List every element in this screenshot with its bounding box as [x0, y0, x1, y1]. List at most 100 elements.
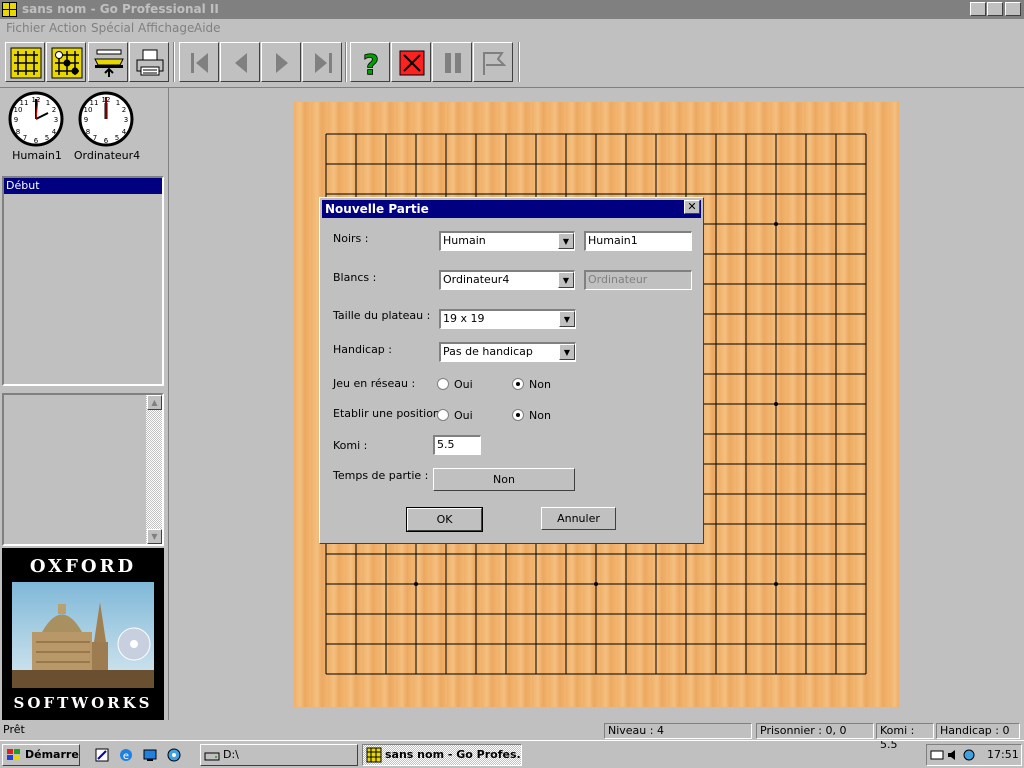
comment-box[interactable]: ▲ ▼	[2, 393, 164, 546]
svg-text:1: 1	[46, 99, 50, 107]
tray-keyboard-icon[interactable]	[930, 748, 944, 762]
restore-button[interactable]: ❐	[987, 2, 1003, 16]
toolbar: ?	[0, 38, 1024, 88]
taskbar-task-explorer[interactable]: D:\	[200, 744, 358, 766]
toolbar-separator	[345, 42, 347, 82]
status-komi: Komi : 5.5	[876, 723, 934, 751]
logo-bottom-text: SOFTWORKS	[13, 694, 153, 712]
last-move-button[interactable]	[302, 42, 342, 82]
tray-network-icon[interactable]	[962, 748, 976, 762]
taille-select[interactable]: 19 x 19 ▼	[439, 309, 576, 329]
title-bar[interactable]: sans nom - Go Professional II _ ❐ ✕	[0, 0, 1024, 19]
prev-move-button[interactable]	[220, 42, 260, 82]
taskbar-task-go[interactable]: sans nom - Go Profes...	[362, 744, 522, 766]
position-oui-radio[interactable]	[437, 409, 449, 421]
chevron-down-icon[interactable]: ▼	[558, 272, 574, 288]
svg-text:10: 10	[14, 106, 23, 114]
print-button[interactable]	[129, 42, 169, 82]
chevron-down-icon[interactable]: ▼	[558, 233, 574, 249]
scroll-up-button[interactable]: ▲	[147, 395, 162, 410]
app-icon[interactable]	[2, 2, 17, 17]
hint-button[interactable]: ?	[350, 42, 390, 82]
reseau-non-radio[interactable]	[512, 378, 524, 390]
minimize-button[interactable]: _	[970, 2, 986, 16]
first-move-icon	[191, 53, 208, 73]
label-blancs: Blancs :	[333, 271, 377, 284]
close-button[interactable]: ✕	[1005, 2, 1021, 16]
hoshi-point	[774, 222, 778, 226]
reseau-non-label[interactable]: Non	[529, 378, 551, 391]
scroll-down-button[interactable]: ▼	[147, 529, 162, 544]
svg-text:9: 9	[84, 116, 88, 124]
first-move-button[interactable]	[179, 42, 219, 82]
clock-white-icon: 12369 1245 781011	[78, 91, 134, 147]
chevron-down-icon[interactable]: ▼	[559, 344, 575, 360]
annuler-button[interactable]: Annuler	[541, 507, 616, 530]
pass-icon	[483, 52, 507, 75]
quick-launch-edit-icon[interactable]	[94, 747, 110, 763]
position-oui-label[interactable]: Oui	[454, 409, 473, 422]
position-non-radio[interactable]	[512, 409, 524, 421]
next-move-button[interactable]	[261, 42, 301, 82]
system-tray: 17:51	[926, 744, 1022, 766]
load-game-button[interactable]	[88, 42, 128, 82]
print-icon	[136, 49, 164, 76]
handicap-select-value: Pas de handicap	[443, 345, 533, 358]
resign-button[interactable]	[391, 42, 431, 82]
label-temps: Temps de partie :	[333, 469, 429, 482]
temps-button[interactable]: Non	[433, 468, 575, 491]
svg-text:2: 2	[122, 106, 126, 114]
status-prisonnier: Prisonnier : 0, 0	[756, 723, 874, 739]
status-niveau: Niveau : 4	[604, 723, 752, 739]
menu-affichage[interactable]: Affichage	[138, 21, 194, 35]
svg-text:4: 4	[52, 128, 57, 136]
pass-button[interactable]	[473, 42, 513, 82]
desktop-icon[interactable]	[142, 747, 158, 763]
ie-browser-icon[interactable]: e	[118, 747, 134, 763]
new-game-button[interactable]	[5, 42, 45, 82]
channels-icon[interactable]	[166, 747, 182, 763]
reseau-oui-radio[interactable]	[437, 378, 449, 390]
hoshi-point	[774, 402, 778, 406]
menu-aide[interactable]: Aide	[194, 21, 221, 35]
window-title: sans nom - Go Professional II	[22, 2, 219, 16]
svg-text:11: 11	[20, 99, 29, 107]
noirs-select[interactable]: Humain ▼	[439, 231, 575, 251]
blancs-select[interactable]: Ordinateur4 ▼	[439, 270, 575, 290]
hoshi-point	[414, 582, 418, 586]
svg-text:1: 1	[116, 99, 120, 107]
svg-text:?: ?	[363, 48, 379, 79]
menu-action[interactable]: Action	[49, 21, 87, 35]
position-non-label[interactable]: Non	[529, 409, 551, 422]
svg-text:3: 3	[54, 116, 58, 124]
start-button[interactable]: Démarrer	[2, 744, 80, 766]
logo-top-text: OXFORD	[29, 556, 137, 577]
setup-board-button[interactable]	[46, 42, 86, 82]
toolbar-separator	[518, 42, 520, 82]
handicap-select[interactable]: Pas de handicap ▼	[439, 342, 576, 362]
noirs-name-input[interactable]: Humain1	[584, 231, 692, 251]
status-bar: Prêt Niveau : 4 Prisonnier : 0, 0 Komi :…	[0, 722, 1024, 751]
dialog-close-button[interactable]: ✕	[684, 200, 700, 214]
list-item-selected[interactable]: Début	[4, 178, 162, 194]
logo-picture	[12, 582, 154, 688]
svg-text:5: 5	[115, 134, 119, 142]
label-komi: Komi :	[333, 439, 368, 452]
pause-button[interactable]	[432, 42, 472, 82]
label-position: Etablir une position :	[333, 407, 448, 420]
status-handicap: Handicap : 0	[936, 723, 1020, 739]
status-ready: Prêt	[3, 723, 25, 736]
taskbar: Démarrer e D:\ sans nom - Go Profes... 1…	[0, 740, 1024, 768]
menu-special[interactable]: Spécial	[91, 21, 134, 35]
tray-clock[interactable]: 17:51	[987, 748, 1019, 761]
ok-button[interactable]: OK	[406, 507, 483, 532]
scrollbar[interactable]	[146, 395, 162, 544]
komi-input[interactable]: 5.5	[433, 435, 481, 455]
chevron-down-icon[interactable]: ▼	[559, 311, 575, 327]
menu-fichier[interactable]: Fichier	[6, 21, 45, 35]
volume-icon[interactable]	[946, 748, 960, 762]
reseau-oui-label[interactable]: Oui	[454, 378, 473, 391]
clock-panel: 12369 1245 781011 Humain1 12369 1245 781…	[2, 88, 164, 176]
move-list[interactable]: Début	[2, 176, 164, 386]
new-game-dialog: Nouvelle Partie ✕ Noirs : Humain ▼ Humai…	[319, 197, 704, 544]
